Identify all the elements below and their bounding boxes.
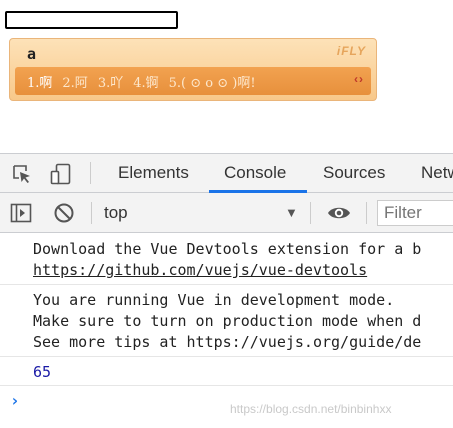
- tab-elements[interactable]: Elements: [116, 154, 191, 192]
- device-toolbar-icon[interactable]: [50, 163, 72, 185]
- console-link[interactable]: https://github.com/vuejs/vue-devtools: [33, 261, 367, 279]
- devtools-tab-bar: Elements Console Sources Netw: [0, 153, 453, 193]
- inspect-element-icon[interactable]: [11, 163, 33, 185]
- ime-candidate[interactable]: 3.吖: [98, 72, 123, 91]
- console-text: Download the Vue Devtools extension for …: [33, 240, 422, 258]
- console-number: 65: [33, 363, 52, 381]
- divider: [90, 162, 91, 184]
- ime-candidate[interactable]: 5.( ⊙ o ⊙ )啊!: [169, 72, 256, 91]
- console-text: Make sure to turn on production mode whe…: [33, 312, 422, 330]
- context-select[interactable]: top: [104, 193, 304, 233]
- ime-composition-text: a: [27, 45, 37, 63]
- chevron-down-icon[interactable]: ▼: [285, 193, 298, 233]
- tab-sources[interactable]: Sources: [321, 154, 387, 192]
- divider: [310, 202, 311, 224]
- tab-network[interactable]: Netw: [419, 154, 453, 192]
- divider: [91, 202, 92, 224]
- console-message: 65: [0, 357, 453, 386]
- console-toolbar: top ▼: [0, 193, 453, 233]
- console-output: Download the Vue Devtools extension for …: [0, 233, 453, 428]
- console-message: Download the Vue Devtools extension for …: [0, 233, 453, 285]
- ime-candidate[interactable]: 2.阿: [62, 72, 87, 91]
- ime-candidate[interactable]: 4.锕: [133, 72, 158, 91]
- tab-console[interactable]: Console: [222, 154, 288, 192]
- eye-icon[interactable]: [327, 202, 350, 224]
- show-sidebar-icon[interactable]: [10, 202, 32, 224]
- ime-page-arrows-icon[interactable]: ‹›: [354, 72, 364, 86]
- ime-candidate-window: a iFLY 1.啊 2.阿 3.吖 4.锕 5.( ⊙ o ⊙ )啊! ‹›: [9, 38, 377, 101]
- console-prompt-icon[interactable]: ›: [10, 391, 20, 410]
- clear-console-icon[interactable]: [53, 202, 75, 224]
- console-text: See more tips at https://vuejs.org/guide…: [33, 333, 422, 351]
- ime-candidate-list: 1.啊 2.阿 3.吖 4.锕 5.( ⊙ o ⊙ )啊!: [15, 67, 371, 95]
- devtools-panel: Elements Console Sources Netw top ▼: [0, 153, 453, 428]
- text-input[interactable]: [5, 11, 178, 29]
- console-text: You are running Vue in development mode.: [33, 291, 395, 309]
- ime-candidate[interactable]: 1.啊: [27, 72, 52, 91]
- watermark: https://blog.csdn.net/binbinhxx: [230, 402, 392, 416]
- filter-input[interactable]: [377, 200, 453, 226]
- console-message: You are running Vue in development mode.…: [0, 285, 453, 357]
- divider: [366, 202, 367, 224]
- ime-logo: iFLY: [336, 44, 366, 58]
